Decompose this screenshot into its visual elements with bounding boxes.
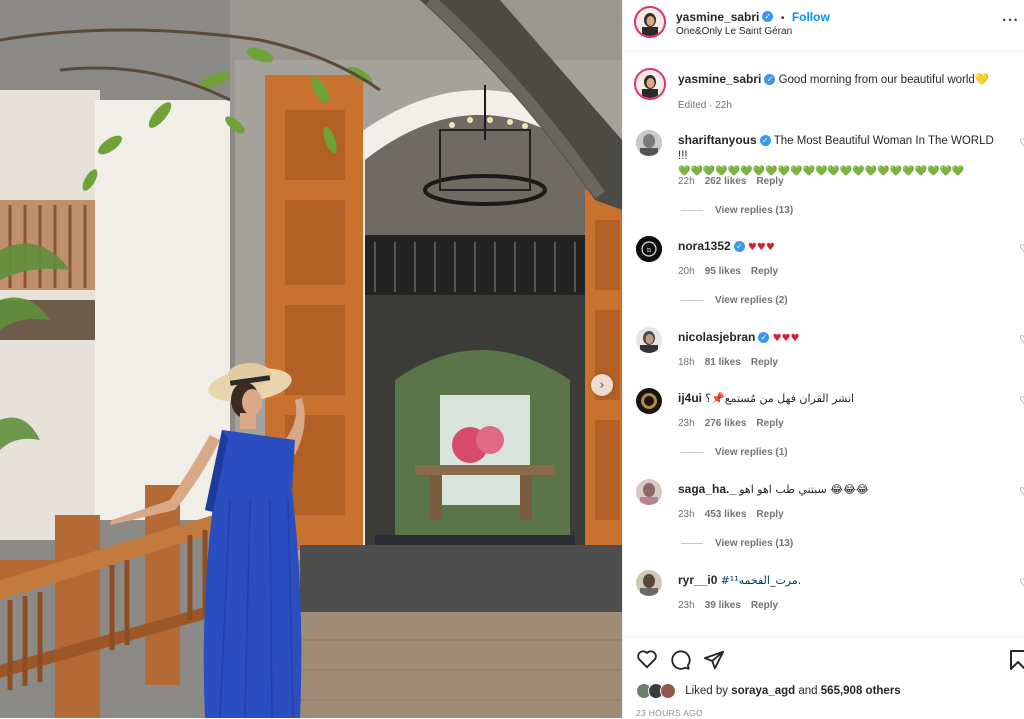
commenter-username[interactable]: saga_ha._ [678, 482, 736, 496]
comment-likes[interactable]: 453 likes [705, 509, 747, 520]
share-icon[interactable] [703, 649, 725, 671]
commenter-avatar[interactable] [636, 570, 662, 596]
commenter-username[interactable]: ij4ui [678, 391, 702, 405]
location-link[interactable]: One&Only Le Saint Géran [676, 26, 792, 37]
reply-button[interactable]: Reply [751, 357, 778, 368]
liked-by-user[interactable]: soraya_agd [731, 685, 795, 697]
comment-text: انشر القران فهل من مُستمع📌؟ [705, 392, 855, 405]
reply-button[interactable]: Reply [751, 266, 778, 277]
commenter-avatar[interactable]: n [636, 236, 662, 262]
comment-time: 23h [678, 418, 695, 429]
heart-icon[interactable] [636, 649, 658, 669]
comment-time: 20h [678, 266, 695, 277]
comment-time: 23h [678, 600, 695, 611]
reply-button[interactable]: Reply [756, 176, 783, 187]
comment-likes[interactable]: 276 likes [705, 418, 747, 429]
post-timestamp[interactable]: 23 HOURS AGO [636, 708, 703, 718]
commenter-avatar[interactable] [636, 388, 662, 414]
comment-like-icon[interactable]: ♡ [1019, 576, 1024, 589]
comment-time: 18h [678, 357, 695, 368]
post-photo[interactable]: › [0, 0, 622, 718]
comment-like-icon[interactable]: ♡ [1019, 394, 1024, 407]
follow-button[interactable]: Follow [792, 10, 830, 24]
comment-likes[interactable]: 81 likes [705, 357, 741, 368]
likes-count[interactable]: 565,908 others [821, 685, 901, 697]
dot-separator: • [780, 13, 785, 24]
chevron-right-icon: › [599, 377, 605, 393]
comment-like-icon[interactable]: ♡ [1019, 242, 1024, 255]
comment-like-icon[interactable]: ♡ [1019, 136, 1024, 149]
comment-likes[interactable]: 39 likes [705, 600, 741, 611]
commenter-avatar[interactable] [636, 130, 662, 156]
post-header: yasmine_sabri ✓ • Follow One&Only Le Sain… [623, 0, 1024, 52]
comment-likes[interactable]: 262 likes [705, 176, 747, 187]
commenter-username[interactable]: nicolasjebran [678, 330, 755, 344]
verified-badge-icon: ✓ [762, 11, 774, 23]
comment-emoji: ♥♥♥ [747, 242, 775, 253]
comment-time: 22h [678, 176, 695, 187]
liked-by-summary: Liked by soraya_agd and 565,908 others [636, 683, 901, 699]
bookmark-icon[interactable] [1009, 649, 1024, 671]
post-footer [623, 636, 1024, 719]
author-username[interactable]: yasmine_sabri [676, 10, 759, 24]
liked-by-prefix: Liked by [685, 685, 729, 698]
view-replies-button[interactable]: View replies (13) [681, 538, 793, 549]
commenter-username[interactable]: ryr__i0 [678, 573, 717, 587]
comment-text[interactable]: #مرت_الفخمه¹¹. [721, 574, 802, 587]
comment-icon[interactable] [669, 649, 691, 671]
view-replies-button[interactable]: View replies (2) [681, 295, 788, 306]
more-options-icon[interactable]: ••• [1002, 16, 1019, 25]
svg-text:n: n [647, 246, 652, 254]
comment-emoji: ♥♥♥ [772, 333, 800, 344]
comments-list[interactable]: yasmine_sabri ✓ Good morning from our bea… [623, 52, 1024, 636]
comment-like-icon[interactable]: ♡ [1019, 485, 1024, 498]
verified-badge-icon: ✓ [758, 332, 770, 344]
caption-text: Good morning from our beautiful world [778, 74, 975, 86]
caption-avatar[interactable] [634, 68, 666, 100]
commenter-avatar[interactable] [636, 479, 662, 505]
liked-by-and: and [798, 685, 818, 698]
liker-avatar [660, 683, 676, 699]
caption-edited: Edited · 22h [678, 100, 732, 111]
comment-text: سبتني طب اهو اهو 😂😂😂 [739, 483, 869, 496]
post-side-panel: yasmine_sabri ✓ • Follow One&Only Le Sain… [622, 0, 1024, 719]
verified-badge-icon: ✓ [759, 135, 771, 147]
verified-badge-icon: ✓ [764, 74, 776, 86]
reply-button[interactable]: Reply [751, 600, 778, 611]
caption-emoji: 💛 [974, 72, 990, 86]
commenter-avatar[interactable] [636, 327, 662, 353]
author-avatar[interactable] [634, 6, 666, 38]
view-replies-button[interactable]: View replies (13) [681, 205, 793, 216]
comment-like-icon[interactable]: ♡ [1019, 333, 1024, 346]
post-image [0, 0, 622, 718]
verified-badge-icon: ✓ [733, 241, 745, 253]
reply-button[interactable]: Reply [756, 509, 783, 520]
comment-time: 23h [678, 509, 695, 520]
commenter-username[interactable]: shariftanyous [678, 133, 757, 147]
caption-username[interactable]: yasmine_sabri [678, 72, 761, 86]
next-photo-button[interactable]: › [591, 374, 613, 396]
commenter-username[interactable]: nora1352 [678, 239, 731, 253]
view-replies-button[interactable]: View replies (1) [681, 447, 788, 458]
reply-button[interactable]: Reply [756, 418, 783, 429]
comment-likes[interactable]: 95 likes [705, 266, 741, 277]
